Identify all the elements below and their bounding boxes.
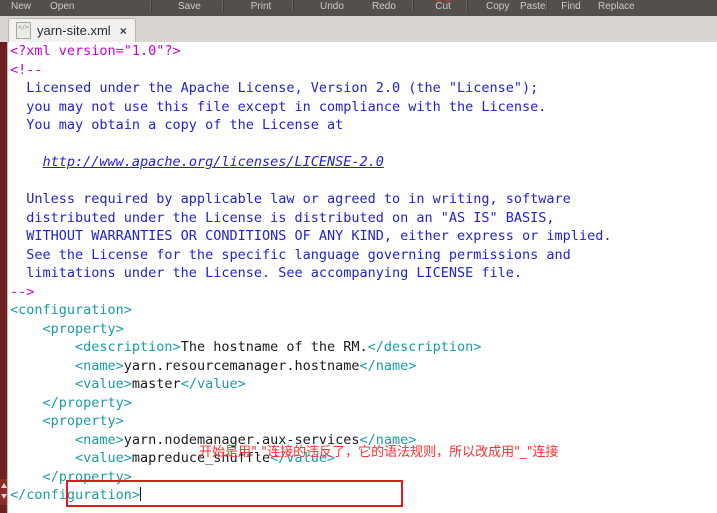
toolbar-button-label: Save bbox=[178, 1, 201, 12]
code-line: limitations under the License. See accom… bbox=[10, 264, 717, 283]
code-line: <value>master</value> bbox=[10, 375, 717, 394]
code-line: See the License for the specific languag… bbox=[10, 246, 717, 265]
code-line: <configuration> bbox=[10, 301, 717, 320]
toolbar-separator bbox=[466, 0, 468, 12]
code-token: <description> bbox=[10, 339, 181, 355]
code-token: yarn.resourcemanager.hostname bbox=[123, 357, 360, 374]
code-token: limitations under the License. See accom… bbox=[10, 265, 523, 281]
toolbar-button-label: Copy bbox=[486, 1, 510, 12]
tab-title: yarn-site.xml bbox=[37, 23, 111, 38]
toolbar: New Open Save Print Undo Redo Cut Copy Paste Find… bbox=[0, 0, 717, 16]
annotation-note: 开始是用"."连接的违反了，它的语法规则，所以改成用"_"连接 bbox=[199, 445, 559, 460]
code-token: master bbox=[131, 376, 181, 392]
print-button[interactable]: Print bbox=[250, 0, 272, 14]
code-token: <name> bbox=[10, 431, 124, 448]
code-token: <name> bbox=[10, 357, 124, 374]
paste-button[interactable]: Paste bbox=[520, 0, 546, 14]
toolbar-button-label: Undo bbox=[320, 1, 344, 12]
toolbar-button-label: Replace bbox=[598, 1, 635, 12]
toolbar-separator bbox=[292, 0, 294, 12]
tab-yarn-site-xml[interactable]: yarn-site.xml × bbox=[8, 18, 136, 42]
code-line: </property> bbox=[10, 468, 717, 487]
toolbar-separator bbox=[546, 0, 548, 12]
code-line: Unless required by applicable law or agr… bbox=[10, 190, 717, 209]
toolbar-button-label: Redo bbox=[372, 1, 396, 12]
code-token: </name> bbox=[359, 357, 417, 374]
code-token: </property> bbox=[10, 394, 132, 411]
code-token: <?xml version="1.0"?> bbox=[10, 43, 181, 59]
code-token: </description> bbox=[367, 339, 482, 355]
toolbar-button-label: Print bbox=[250, 1, 272, 12]
toolbar-button-label: Paste bbox=[520, 1, 546, 12]
code-line: You may obtain a copy of the License at bbox=[10, 116, 717, 135]
gedit-window: New Open Save Print Undo Redo Cut Copy Paste Find… bbox=[0, 0, 717, 513]
save-file-button[interactable]: Save bbox=[178, 0, 201, 14]
code-token: </configuration> bbox=[10, 487, 141, 503]
code-line: <!-- bbox=[10, 61, 717, 80]
code-token: http://www.apache.org/licenses/LICENSE-2… bbox=[42, 154, 384, 170]
code-line: </property> bbox=[10, 394, 717, 413]
code-token: Licensed under the Apache License, Versi… bbox=[10, 80, 539, 96]
cut-button[interactable]: Cut bbox=[432, 0, 454, 14]
redo-button[interactable]: Redo bbox=[372, 0, 396, 14]
code-token: <configuration> bbox=[10, 302, 132, 318]
code-line: Licensed under the Apache License, Versi… bbox=[10, 79, 717, 98]
new-document-button[interactable]: New bbox=[10, 0, 32, 14]
code-token: <property> bbox=[10, 413, 124, 429]
undo-button[interactable]: Undo bbox=[320, 0, 344, 14]
open-file-button[interactable]: Open bbox=[50, 0, 74, 14]
xml-file-icon bbox=[16, 22, 31, 39]
toolbar-button-label: Cut bbox=[435, 1, 451, 12]
toolbar-separator bbox=[412, 0, 414, 12]
code-content[interactable]: <?xml version="1.0"?> <!-- Licensed under… bbox=[10, 42, 717, 505]
code-token: </property> bbox=[10, 468, 132, 485]
replace-button[interactable]: Replace bbox=[598, 0, 635, 14]
code-token: you may not use this file except in comp… bbox=[10, 98, 547, 115]
code-line: WITHOUT WARRANTIES OR CONDITIONS OF ANY … bbox=[10, 227, 717, 246]
code-token: </value> bbox=[180, 376, 246, 392]
code-line: <name>yarn.resourcemanager.hostname</nam… bbox=[10, 357, 717, 376]
close-icon[interactable]: × bbox=[120, 24, 127, 38]
toolbar-separator bbox=[150, 0, 152, 12]
text-caret bbox=[140, 487, 142, 501]
tab-bar: yarn-site.xml × bbox=[0, 16, 717, 43]
code-line: you may not use this file except in comp… bbox=[10, 98, 717, 117]
code-token: distributed under the License is distrib… bbox=[10, 209, 555, 226]
code-line: http://www.apache.org/licenses/LICENSE-2… bbox=[10, 153, 717, 172]
code-line: <property> bbox=[10, 412, 717, 431]
find-button[interactable]: Find bbox=[560, 0, 582, 14]
code-token: <value> bbox=[10, 376, 132, 392]
code-token: You may obtain a copy of the License at bbox=[10, 117, 344, 133]
code-line: --> bbox=[10, 283, 717, 302]
code-token: <property> bbox=[10, 320, 124, 337]
code-line: <description>The hostname of the RM.</de… bbox=[10, 338, 717, 357]
scroll-arrow-icon[interactable] bbox=[0, 479, 7, 505]
code-token: <!-- bbox=[10, 61, 43, 78]
code-token: See the License for the specific languag… bbox=[10, 246, 571, 263]
code-token: WITHOUT WARRANTIES OR CONDITIONS OF ANY … bbox=[10, 228, 612, 244]
copy-button[interactable]: Copy bbox=[486, 0, 509, 14]
toolbar-button-label: Open bbox=[50, 1, 75, 12]
code-token: The hostname of the RM. bbox=[180, 339, 368, 355]
toolbar-separator bbox=[222, 0, 224, 12]
code-token: --> bbox=[10, 283, 35, 300]
left-margin-bar bbox=[0, 42, 8, 513]
code-line: <property> bbox=[10, 320, 717, 339]
code-line: <?xml version="1.0"?> bbox=[10, 42, 717, 61]
code-line: distributed under the License is distrib… bbox=[10, 209, 717, 228]
toolbar-button-label: Find bbox=[561, 1, 581, 12]
code-token: <value> bbox=[10, 450, 132, 466]
editor-area[interactable]: <?xml version="1.0"?> <!-- Licensed under… bbox=[0, 42, 717, 513]
code-token: Unless required by applicable law or agr… bbox=[10, 191, 571, 207]
toolbar-button-label: New bbox=[10, 1, 31, 12]
code-line: </configuration> bbox=[10, 486, 717, 505]
